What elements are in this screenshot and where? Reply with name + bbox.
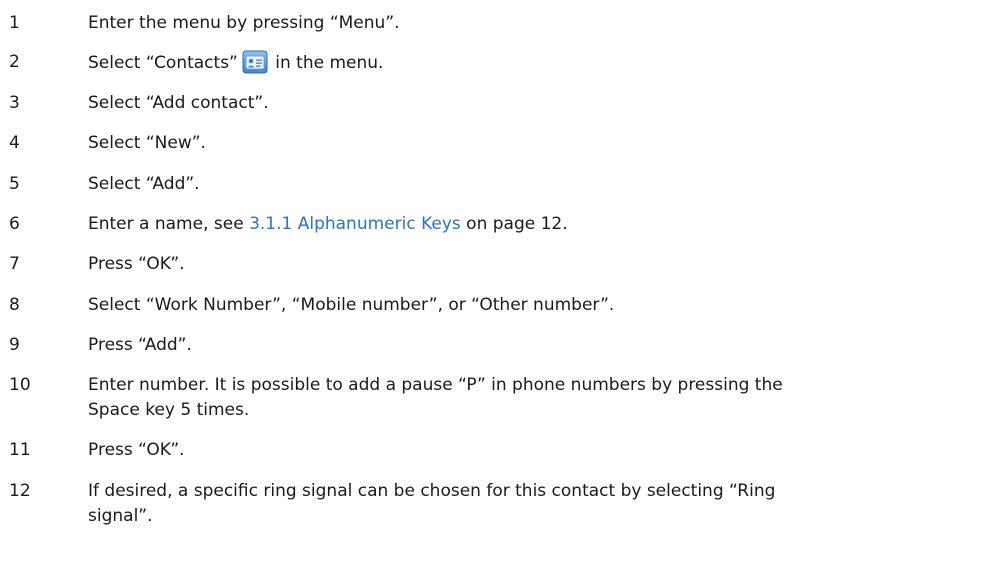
step-number: 11 [9, 440, 31, 460]
step-number: 3 [9, 93, 20, 113]
step-text-after: on page 12. [460, 214, 568, 234]
step-text: Enter the menu by pressing “Menu”. [88, 13, 400, 33]
step-text-line-2: Space key 5 times. [88, 400, 250, 420]
step-text-before: Select “Contacts” [88, 53, 238, 73]
alphanumeric-keys-link[interactable]: 3.1.1 Alphanumeric Keys [249, 214, 461, 234]
step-text: Press “OK”. [88, 254, 185, 274]
step-number: 6 [9, 214, 20, 234]
step-number: 10 [9, 375, 31, 395]
step-text: Select “Add contact”. [88, 93, 269, 113]
step-text: Select “New”. [88, 133, 206, 153]
step-text: Select “Work Number”, “Mobile number”, o… [88, 295, 615, 315]
step-number: 5 [9, 174, 20, 194]
step-text-before: Enter a name, see [88, 214, 250, 234]
step-text-line-1: If desired, a specific ring signal can b… [88, 481, 776, 501]
step-text: Press “Add”. [88, 335, 192, 355]
step-text-line-1: Enter number. It is possible to add a pa… [88, 375, 783, 395]
step-text: Select “Contacts” in the menu. [88, 50, 988, 76]
step-text: Select “Add”. [88, 174, 200, 194]
step-text-line-2: signal”. [88, 506, 153, 526]
step-number: 8 [9, 295, 20, 315]
contacts-icon [242, 50, 268, 74]
step-text-after: in the menu. [275, 53, 384, 73]
step-number: 12 [9, 481, 31, 501]
step-text: Press “OK”. [88, 440, 185, 460]
step-number: 1 [9, 13, 20, 33]
step-number: 7 [9, 254, 20, 274]
step-number: 9 [9, 335, 20, 355]
step-number: 4 [9, 133, 20, 153]
step-number: 2 [9, 52, 20, 72]
step-text: Enter a name, see 3.1.1 Alphanumeric Key… [88, 212, 988, 237]
